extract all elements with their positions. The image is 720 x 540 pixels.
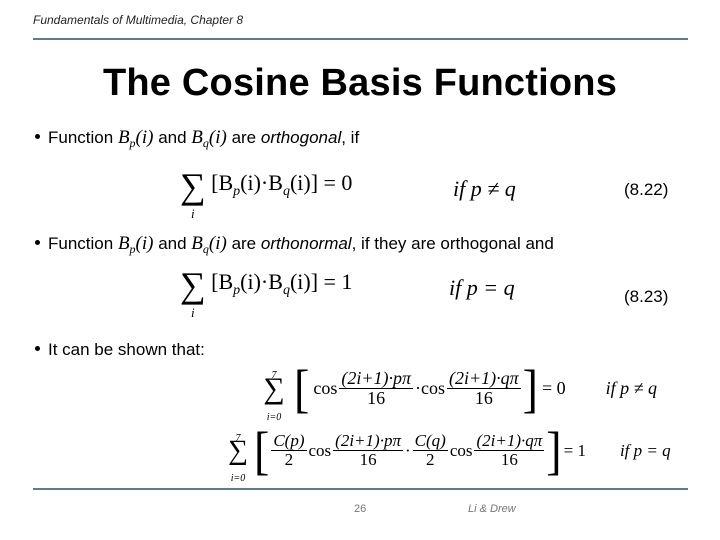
cos-label: cos — [313, 378, 338, 398]
equation-cosine-orthonormal: 7 ∑ i=0 [ C(p) 2 cos (2i+1)·pπ 16 · C(q) 2 … — [228, 421, 671, 483]
page-number: 26 — [354, 503, 367, 515]
sigma-symbol: ∑ — [180, 166, 206, 206]
bullet-dot — [35, 134, 40, 140]
footer-authors: Li & Drew — [468, 503, 516, 515]
sum-index: i — [191, 305, 195, 320]
fraction: C(p) 2 — [271, 430, 307, 469]
cos-label: cos — [308, 440, 332, 460]
term-orthonormal: orthonormal — [260, 234, 352, 253]
bullet-dot — [35, 346, 40, 352]
math-bq: Bq(i) — [191, 233, 227, 256]
equation-8-22: ∑ i [Bp(i)·Bq(i)] = 0 — [180, 166, 353, 221]
bullet-orthonormal: Function Bp(i) and Bq(i) are orthonormal… — [35, 233, 554, 257]
left-bracket: [ — [294, 359, 310, 418]
equation-number-8-23: (8.23) — [624, 287, 669, 306]
equation-result: = 1 — [563, 440, 586, 460]
dot-operator: · — [404, 440, 411, 460]
condition-8-23: if p = q — [449, 275, 515, 300]
equation-condition: if p ≠ q — [605, 378, 658, 398]
math-bq: Bq(i) — [191, 127, 227, 150]
bullet-text: Function — [48, 234, 118, 253]
equation-number-8-22: (8.22) — [624, 180, 669, 199]
equation-cosine-orthogonal: 7 ∑ i=0 [ cos (2i+1)·pπ 16 · cos (2i+1)·q… — [262, 359, 658, 422]
bullet-text: , if they are orthogonal and — [351, 234, 554, 253]
math-bp: Bp(i) — [117, 127, 154, 150]
bullet-text: Function — [48, 128, 118, 147]
bullet-text: and — [153, 234, 192, 253]
sum-upper-limit: 7 — [235, 432, 241, 444]
bullet-text: are — [226, 234, 261, 253]
term-orthogonal: orthogonal — [260, 128, 342, 147]
bullet-text: It can be shown that: — [48, 340, 205, 359]
bullet-text: are — [226, 128, 261, 147]
fraction: (2i+1)·pπ 16 — [339, 367, 413, 408]
footer-divider — [33, 488, 688, 490]
right-bracket: ] — [546, 421, 562, 480]
sigma-symbol: ∑ — [180, 265, 206, 305]
left-bracket: [ — [254, 421, 270, 480]
cos-label: cos — [449, 440, 473, 460]
fraction: C(q) 2 — [412, 430, 448, 469]
equation-result: = 0 — [541, 378, 566, 398]
cos-label: cos — [420, 378, 445, 398]
chapter-header: Fundamentals of Multimedia, Chapter 8 — [33, 13, 244, 27]
bullet-orthogonal: Function Bp(i) and Bq(i) are orthogonal,… — [35, 127, 359, 151]
equation-condition: if p = q — [619, 440, 671, 460]
sum-upper-limit: 7 — [271, 369, 277, 381]
fraction: (2i+1)·qπ 16 — [446, 367, 521, 408]
condition-8-22: if p ≠ q — [453, 176, 516, 201]
fraction: (2i+1)·qπ 16 — [474, 430, 545, 469]
bullet-text: , if — [341, 128, 360, 147]
bullet-text: and — [153, 128, 192, 147]
header-divider — [33, 38, 688, 40]
bullet-can-be-shown: It can be shown that: — [35, 340, 205, 360]
bullet-dot — [35, 240, 40, 246]
math-bp: Bp(i) — [117, 233, 154, 256]
sum-lower-limit: i=0 — [230, 472, 246, 484]
sum-index: i — [191, 206, 195, 221]
slide-title: The Cosine Basis Functions — [102, 62, 618, 104]
right-bracket: ] — [522, 359, 538, 418]
fraction: (2i+1)·pπ 16 — [333, 430, 403, 469]
equation-8-23: ∑ i [Bp(i)·Bq(i)] = 1 — [180, 265, 353, 320]
